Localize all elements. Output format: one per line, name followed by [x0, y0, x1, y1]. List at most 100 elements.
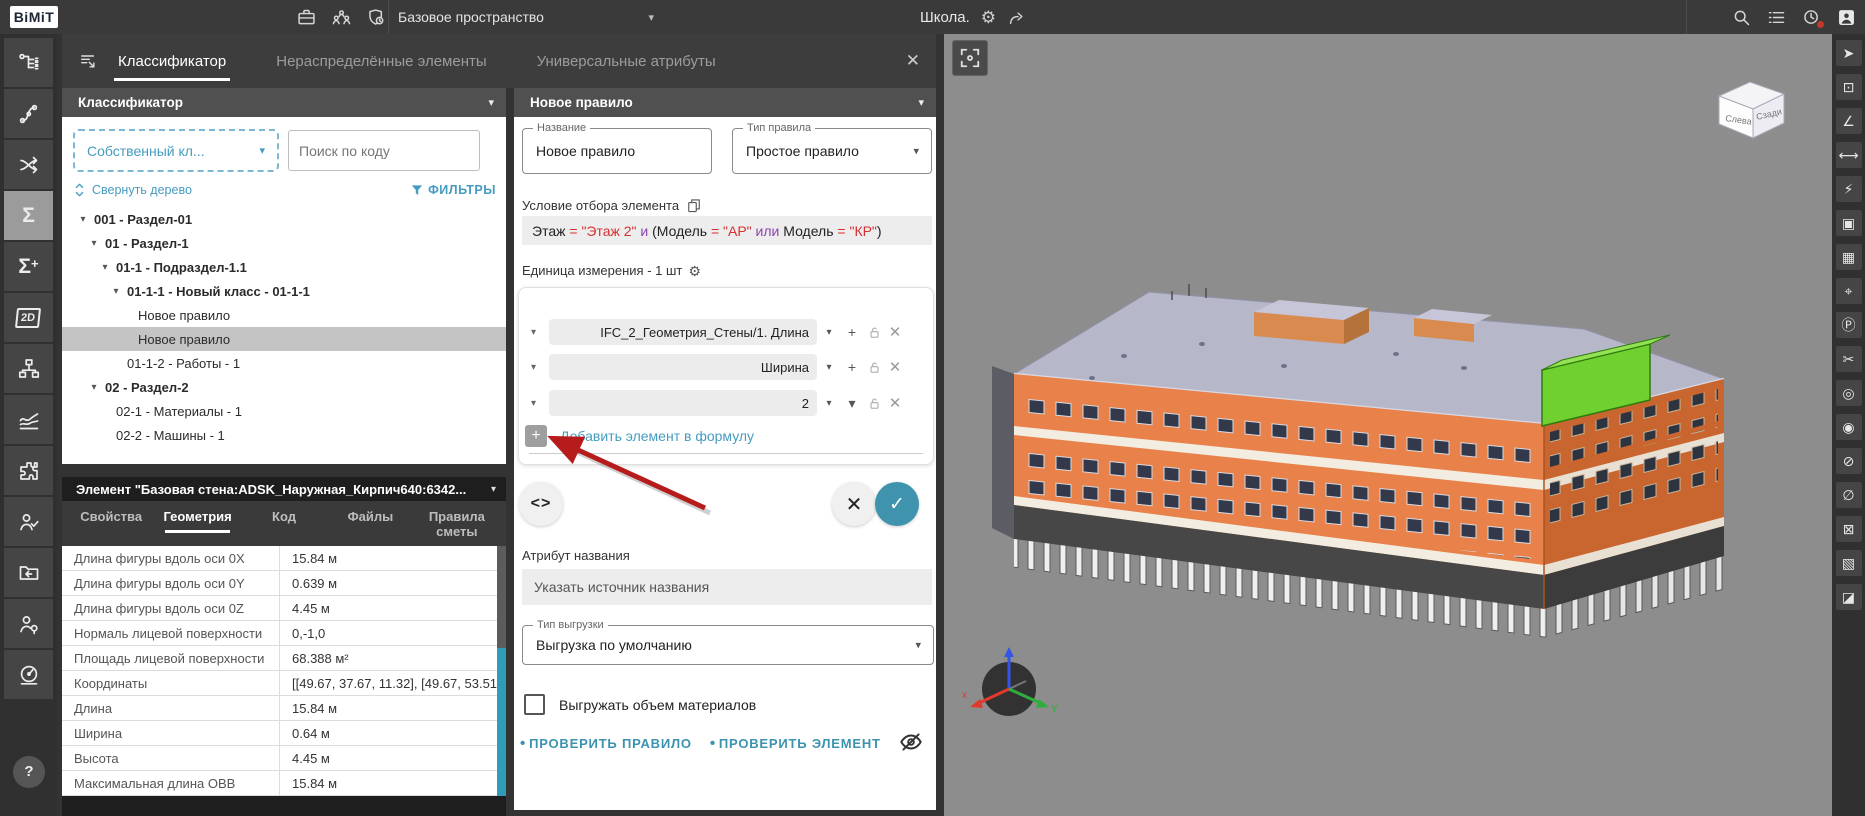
add-formula-element-link[interactable]: Добавить элемент в формулу [560, 428, 754, 444]
search-icon[interactable] [1731, 7, 1752, 28]
viewport-tool-section-box[interactable]: ▣ [1836, 210, 1862, 236]
row-expander-icon[interactable]: ▾ [531, 398, 545, 409]
viewport-tool-hide-element[interactable]: ⊘ [1836, 448, 1862, 474]
sidebar-tool-takeoff-add[interactable]: Σ+ [4, 242, 53, 291]
viewport-tool-frame-select[interactable]: ⊡ [1836, 74, 1862, 100]
remove-row-icon[interactable]: ✕ [885, 323, 905, 341]
viewport-tool-clash-check[interactable]: ⚡ [1836, 176, 1862, 202]
tree-caret-icon[interactable]: ▾ [100, 262, 110, 273]
model-canvas[interactable]: Слева Сзади x Y [944, 34, 1832, 816]
viewport-tool-visibility-sphere[interactable]: ◉ [1836, 414, 1862, 440]
close-icon[interactable]: ✕ [906, 51, 920, 71]
lock-icon[interactable] [863, 396, 885, 411]
viewport-tool-hide-similar[interactable]: ∅ [1836, 482, 1862, 508]
sidebar-tool-dashboard-gauge[interactable] [4, 650, 53, 699]
operator-dropdown-icon[interactable]: ▾ [841, 395, 863, 412]
shield-clock-icon[interactable] [366, 7, 387, 28]
confirm-button[interactable]: ✓ [875, 482, 919, 526]
tree-item-6[interactable]: 01-1-2 - Работы - 1 [62, 351, 506, 375]
name-source-field[interactable]: Указать источник названия [522, 569, 932, 605]
viewport-tool-section-cut[interactable]: ✂ [1836, 346, 1862, 372]
viewport-tool-isolate[interactable]: ⊠ [1836, 516, 1862, 542]
viewport-tool-measure-angle[interactable]: ∠ [1836, 108, 1862, 134]
workspace-tab-1[interactable]: Нераспределённые элементы [272, 36, 490, 87]
viewport-tool-grid-table[interactable]: ▦ [1836, 244, 1862, 270]
briefcase-icon[interactable] [296, 7, 317, 28]
classifier-section-header[interactable]: Классификатор ▾ [62, 88, 506, 117]
condition-expression[interactable]: Этаж = "Этаж 2" и (Модель = "АР" или Мод… [522, 216, 932, 245]
element-tab-2[interactable]: Код [241, 510, 327, 546]
app-logo[interactable]: BiMiT [10, 6, 58, 28]
tree-item-1[interactable]: ▾01 - Раздел-1 [62, 231, 506, 255]
sidebar-tool-takeoff-sigma[interactable]: Σ [4, 191, 53, 240]
share-icon[interactable] [1007, 8, 1026, 27]
field-dropdown-icon[interactable]: ▾ [817, 327, 841, 338]
tree-caret-icon[interactable]: ▾ [111, 286, 121, 297]
sidebar-tool-match[interactable] [4, 140, 53, 189]
code-view-button[interactable]: <> [519, 482, 563, 526]
collapse-tree-button[interactable]: Свернуть дерево [74, 183, 192, 197]
element-tab-4[interactable]: Правила сметы [414, 510, 500, 546]
lock-icon[interactable] [863, 360, 885, 375]
viewport-tool-section-plane[interactable]: ◪ [1836, 584, 1862, 610]
viewport-tool-model-shading[interactable]: ▧ [1836, 550, 1862, 576]
element-table-scrollbar[interactable] [497, 546, 506, 796]
account-icon[interactable] [1836, 7, 1857, 28]
sidebar-tool-user-check[interactable] [4, 497, 53, 546]
region-select-button[interactable] [952, 40, 988, 76]
sidebar-tool-relations[interactable] [4, 89, 53, 138]
tree-caret-icon[interactable]: ▾ [78, 214, 88, 225]
tree-item-5[interactable]: Новое правило [62, 327, 506, 351]
element-tab-0[interactable]: Свойства [68, 510, 154, 546]
operator-plus-button[interactable]: + [841, 359, 863, 375]
help-button[interactable]: ? [13, 756, 45, 788]
tree-item-8[interactable]: 02-1 - Материалы - 1 [62, 399, 506, 423]
viewport-3d[interactable]: Слева Сзади x Y [944, 34, 1832, 816]
workspace-selector[interactable]: Базовое пространство ▾ [398, 0, 654, 34]
sidebar-tool-charts[interactable] [4, 395, 53, 444]
remove-row-icon[interactable]: ✕ [885, 394, 905, 412]
sidebar-tool-model-structure[interactable] [4, 38, 53, 87]
check-element-button[interactable]: ПРОВЕРИТЬ ЭЛЕМЕНТ [710, 735, 881, 752]
filters-button[interactable]: ФИЛЬТРЫ [411, 183, 496, 197]
notifications-icon[interactable] [1801, 7, 1822, 28]
tree-item-9[interactable]: 02-2 - Машины - 1 [62, 423, 506, 447]
viewport-tool-focus-target[interactable]: ⌖ [1836, 278, 1862, 304]
sidebar-tool-plugins[interactable] [4, 446, 53, 495]
tree-item-0[interactable]: ▾001 - Раздел-01 [62, 207, 506, 231]
unit-settings-gear-icon[interactable]: ⚙ [688, 264, 701, 278]
tree-item-2[interactable]: ▾01-1 - Подраздел-1.1 [62, 255, 506, 279]
field-dropdown-icon[interactable]: ▾ [817, 362, 841, 373]
row-expander-icon[interactable]: ▾ [531, 327, 545, 338]
formula-field-1[interactable]: Ширина [549, 354, 817, 380]
tree-caret-icon[interactable]: ▾ [89, 238, 99, 249]
settings-gear-icon[interactable]: ⚙ [981, 9, 996, 26]
sidebar-tool-drawings-2d[interactable]: 2D [4, 293, 53, 342]
axis-gizmo[interactable]: x Y [962, 647, 1058, 716]
rule-type-select[interactable]: Тип правила Простое правило ▾ [732, 128, 932, 174]
lock-icon[interactable] [863, 325, 885, 340]
viewport-tool-plan-mode[interactable]: Ⓟ [1836, 312, 1862, 338]
row-expander-icon[interactable]: ▾ [531, 362, 545, 373]
formula-field-0[interactable]: IFC_2_Геометрия_Стены/1. Длина [549, 319, 817, 345]
workspace-tab-2[interactable]: Универсальные атрибуты [533, 36, 720, 87]
add-formula-element-button[interactable]: + [525, 425, 547, 447]
team-icon[interactable] [331, 7, 352, 28]
tree-item-7[interactable]: ▾02 - Раздел-2 [62, 375, 506, 399]
sidebar-tool-user-location[interactable] [4, 599, 53, 648]
element-tab-3[interactable]: Файлы [327, 510, 413, 546]
rule-section-header[interactable]: Новое правило ▾ [514, 88, 936, 117]
scrollbar-thumb[interactable] [497, 648, 506, 796]
tree-item-3[interactable]: ▾01-1-1 - Новый класс - 01-1-1 [62, 279, 506, 303]
materials-checkbox[interactable]: Выгружать объем материалов [524, 694, 756, 715]
cancel-button[interactable]: ✕ [832, 482, 876, 526]
element-tab-1[interactable]: Геометрия [154, 510, 240, 546]
export-type-select[interactable]: Тип выгрузки Выгрузка по умолчанию ▾ [522, 625, 934, 665]
formula-field-2[interactable]: 2 [549, 390, 817, 416]
copy-icon[interactable] [687, 198, 701, 213]
element-header[interactable]: Элемент "Базовая стена:ADSK_Наружная_Кир… [62, 477, 506, 501]
list-icon[interactable] [1766, 7, 1787, 28]
eye-off-icon[interactable] [898, 729, 924, 760]
remove-row-icon[interactable]: ✕ [885, 358, 905, 376]
tree-item-4[interactable]: Новое правило [62, 303, 506, 327]
